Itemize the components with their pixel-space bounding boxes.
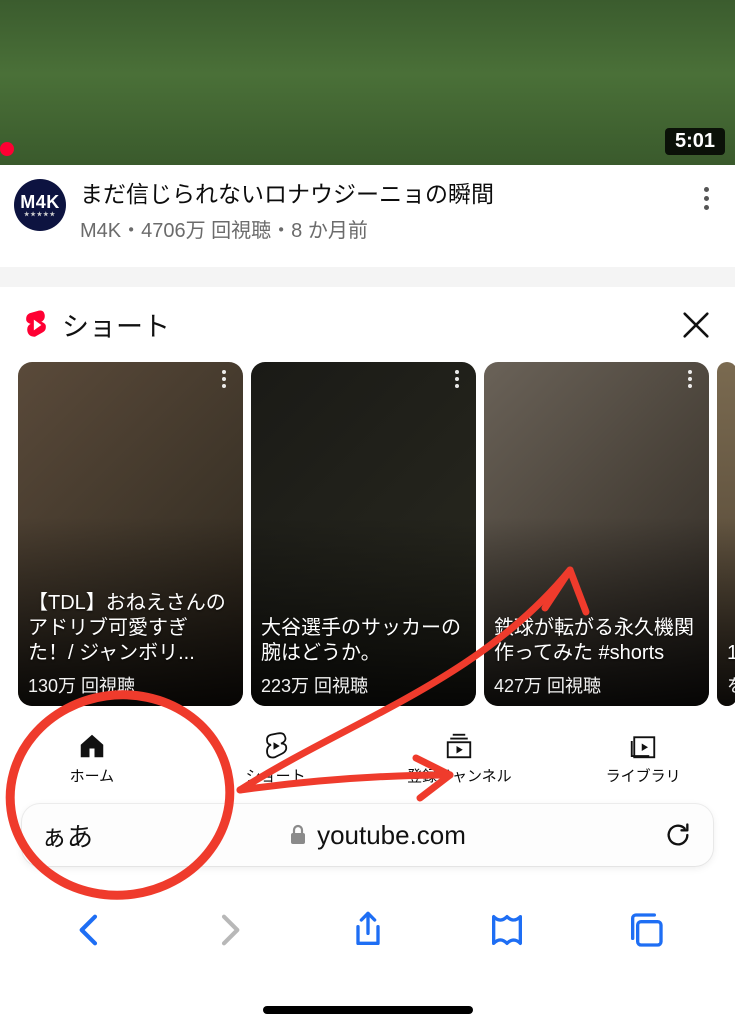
nav-subscriptions[interactable]: 登録チャンネル [368,721,552,796]
nav-label: 登録チャンネル [407,765,512,786]
nav-shorts[interactable]: ショート [184,721,368,796]
nav-label: ライブラリ [606,765,681,786]
video-meta-row[interactable]: M4K ★★★★★ まだ信じられないロナウジーニョの瞬間 M4K・4706万 回… [0,165,735,267]
short-card[interactable]: 大谷選手のサッカーの腕はどうか。 223万 回視聴 [251,362,476,706]
short-more-button[interactable] [446,370,468,388]
bookmarks-button[interactable] [487,910,527,950]
tabs-button[interactable] [626,910,666,950]
safari-url-bar[interactable]: ぁあ youtube.com [22,804,713,866]
text-size-button[interactable]: ぁあ [22,817,112,854]
refresh-button[interactable] [643,821,713,849]
safari-toolbar [0,880,735,980]
shorts-section-title: ショート [62,305,170,344]
shorts-close-button[interactable] [679,308,713,342]
short-more-button[interactable] [679,370,701,388]
subscriptions-icon [444,731,474,761]
forward-button [209,910,249,950]
section-divider [0,267,735,287]
video-meta-line: M4K・4706万 回視聴・8 か月前 [80,214,677,243]
back-button[interactable] [70,910,110,950]
share-button[interactable] [348,910,388,950]
short-views: 130万 回視聴 [28,672,233,698]
shorts-row[interactable]: 【TDL】おねえさんのアドリブ可愛すぎた！/ ジャンボリ... 130万 回視聴… [0,362,735,706]
nav-library[interactable]: ライブラリ [551,721,735,796]
library-icon [628,731,658,761]
short-card[interactable]: 鉄球が転がる永久機関作ってみた #shorts 427万 回視聴 [484,362,709,706]
shorts-icon [261,731,291,761]
nav-label: ショート [246,765,306,786]
lock-icon [289,824,307,846]
short-views: 427万 回視聴 [494,672,699,698]
shorts-logo-icon [22,310,50,340]
short-title: 【TDL】おねえさんのアドリブ可愛すぎた！/ ジャンボリ... [28,591,233,666]
avatar-stars: ★★★★★ [24,211,56,218]
video-more-button[interactable] [691,187,721,210]
short-card[interactable]: 【TDL】おねえさんのアドリブ可愛すぎた！/ ジャンボリ... 130万 回視聴 [18,362,243,706]
video-duration: 5:01 [665,128,725,155]
url-text: youtube.com [317,820,466,851]
avatar-text: M4K [20,192,60,213]
video-thumbnail[interactable]: 5:01 [0,0,735,165]
progress-dot [0,142,14,156]
short-title: 大谷選手のサッカーの腕はどうか。 [261,616,466,666]
home-indicator[interactable] [263,1006,473,1014]
bottom-nav: ホーム ショート 登録チャンネル ライブラリ [0,721,735,796]
channel-avatar[interactable]: M4K ★★★★★ [14,179,66,231]
video-title: まだ信じられないロナウジーニョの瞬間 [80,179,677,210]
short-card[interactable]: 1 を [717,362,735,706]
home-icon [77,731,107,761]
nav-label: ホーム [70,765,115,786]
short-title: 鉄球が転がる永久機関作ってみた #shorts [494,616,699,666]
short-more-button[interactable] [213,370,235,388]
nav-home[interactable]: ホーム [0,721,184,796]
short-views: 223万 回視聴 [261,672,466,698]
